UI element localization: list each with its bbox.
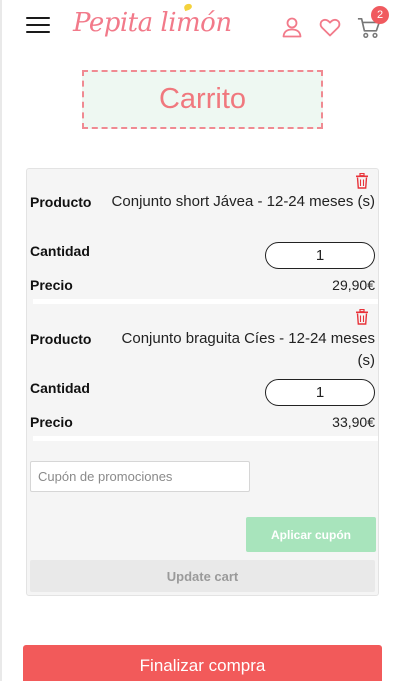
checkout-button[interactable]: Finalizar compra <box>23 645 382 681</box>
page-title: Carrito <box>158 83 246 115</box>
update-cart-button[interactable]: Update cart <box>30 560 375 592</box>
quantity-label: Cantidad <box>30 380 90 396</box>
trash-icon[interactable] <box>355 173 369 189</box>
quantity-input[interactable] <box>265 379 375 406</box>
price-label: Precio <box>30 414 73 430</box>
cart-count-badge: 2 <box>371 6 389 24</box>
trash-icon[interactable] <box>355 309 369 325</box>
cart-panel: Producto Conjunto short Jávea - 12-24 me… <box>26 168 379 596</box>
product-name[interactable]: Conjunto braguita Cíes - 12-24 meses (s) <box>110 328 375 372</box>
page-title-box: Carrito <box>82 70 323 129</box>
item-divider <box>33 299 378 304</box>
quantity-label: Cantidad <box>30 243 90 259</box>
quantity-input[interactable] <box>265 242 375 269</box>
coupon-input[interactable] <box>30 461 250 492</box>
product-label: Producto <box>30 331 92 347</box>
menu-icon[interactable] <box>26 15 50 35</box>
site-logo[interactable]: Pepita limón <box>73 2 232 44</box>
price-label: Precio <box>30 277 73 293</box>
page-edge <box>0 0 2 681</box>
price-value: 33,90€ <box>332 414 375 430</box>
user-icon[interactable] <box>280 15 304 39</box>
price-value: 29,90€ <box>332 277 375 293</box>
apply-coupon-button[interactable]: Aplicar cupón <box>246 517 376 552</box>
item-divider <box>33 436 378 441</box>
site-header: Pepita limón 2 <box>0 0 402 52</box>
product-label: Producto <box>30 194 92 210</box>
logo-text: Pepita limón <box>73 8 232 38</box>
heart-icon[interactable] <box>318 15 342 39</box>
product-name[interactable]: Conjunto short Jávea - 12-24 meses (s) <box>110 191 375 213</box>
